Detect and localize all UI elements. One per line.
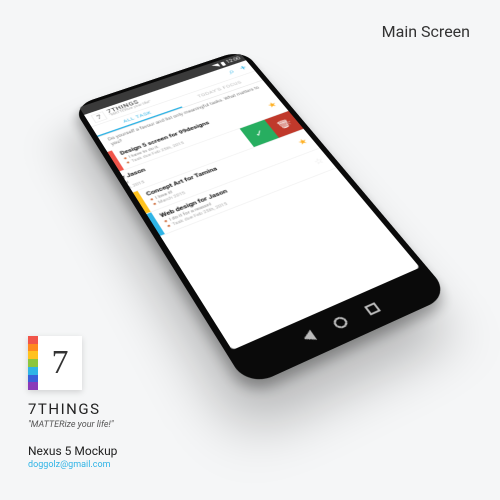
priority-color (133, 191, 151, 214)
contact-email[interactable]: doggolz@gmail.com (28, 460, 117, 470)
device-label: Nexus 5 Mockup (28, 444, 117, 458)
recents-icon[interactable] (363, 302, 380, 315)
app-logo-small: 7 (90, 111, 107, 123)
back-icon[interactable] (300, 330, 317, 344)
signal-icon (211, 64, 220, 69)
page-title: Main Screen (382, 22, 470, 41)
logo-seven: 7 (38, 336, 82, 390)
home-icon[interactable] (331, 315, 350, 330)
battery-icon (220, 61, 226, 66)
app-logo-large: 7 (28, 336, 82, 390)
app-name: 7THINGS (28, 400, 117, 418)
priority-color (146, 212, 164, 235)
app-tagline: "MATTERize your life!" (28, 420, 117, 430)
logo-color-strip (28, 336, 38, 390)
promo-footer: 7 7THINGS "MATTERize your life!" Nexus 5… (28, 336, 117, 470)
phone-mockup: 12:00 7 7THINGS "MATTERize your life!" ⌕… (140, 0, 350, 395)
add-task-icon[interactable]: + (237, 63, 249, 72)
